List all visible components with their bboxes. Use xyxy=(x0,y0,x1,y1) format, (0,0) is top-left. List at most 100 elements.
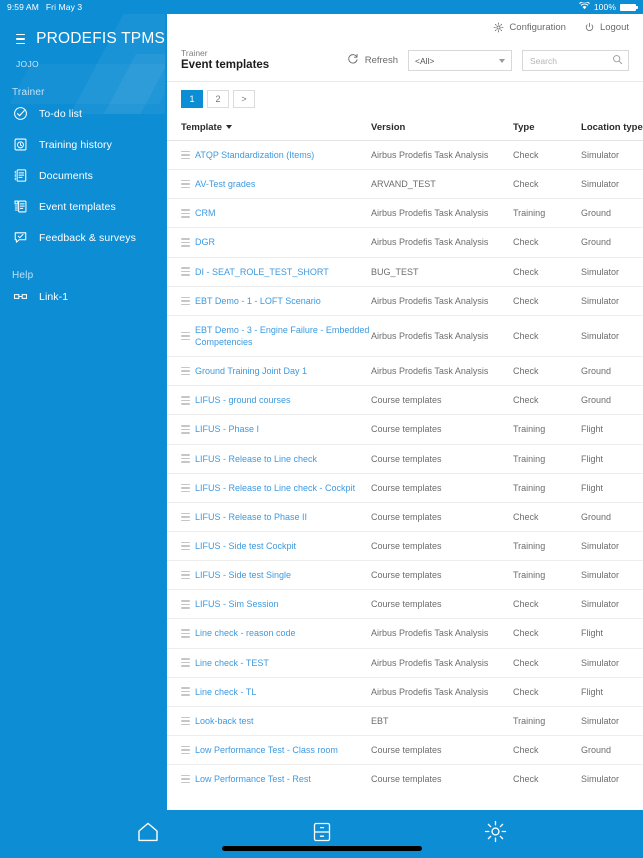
drag-handle-icon[interactable] xyxy=(181,396,190,405)
drag-handle-icon[interactable] xyxy=(181,745,190,755)
sidebar-item-training-history[interactable]: Training history xyxy=(0,129,165,160)
row-drag-handle[interactable] xyxy=(167,315,195,358)
table-row[interactable]: EBT Demo - 1 - LOFT Scenario Airbus Prode… xyxy=(167,286,643,316)
sidebar-item-feedback-surveys[interactable]: Feedback & surveys xyxy=(0,222,165,253)
table-row[interactable]: Low Performance Test - Class room Course … xyxy=(167,735,643,766)
template-link[interactable]: Low Performance Test - Class room xyxy=(195,745,338,755)
template-link[interactable]: Line check - TEST xyxy=(195,658,269,668)
table-row[interactable]: LIFUS - Release to Line check - Cockpit C… xyxy=(167,473,643,503)
refresh-button[interactable]: Refresh xyxy=(347,53,398,68)
table-row[interactable]: LIFUS - Release to Line check Course temp… xyxy=(167,444,643,474)
column-header-location-type[interactable]: Location type xyxy=(581,116,643,141)
row-drag-handle[interactable] xyxy=(167,560,195,591)
template-link[interactable]: Low Performance Test - Rest xyxy=(195,774,311,784)
template-link[interactable]: LIFUS - ground courses xyxy=(195,395,291,405)
drag-handle-icon[interactable] xyxy=(181,366,190,376)
row-drag-handle[interactable] xyxy=(167,227,195,258)
row-drag-handle[interactable] xyxy=(167,169,195,200)
drag-handle-icon[interactable] xyxy=(181,296,190,306)
template-link[interactable]: DGR xyxy=(195,237,215,247)
filter-select[interactable]: <All> xyxy=(408,50,512,71)
drag-handle-icon[interactable] xyxy=(181,658,190,667)
row-drag-handle[interactable] xyxy=(167,473,195,503)
template-link[interactable]: LIFUS - Release to Line check xyxy=(195,454,317,464)
row-drag-handle[interactable] xyxy=(167,385,195,416)
pagination-page-1[interactable]: 1 xyxy=(181,90,203,108)
table-row[interactable]: LIFUS - Sim Session Course templates Check… xyxy=(167,589,643,620)
table-row[interactable]: LIFUS - Release to Phase II Course templa… xyxy=(167,502,643,532)
table-row[interactable]: LIFUS - Side test Cockpit Course template… xyxy=(167,531,643,562)
table-row[interactable]: AV-Test grades ARVAND_TEST Check Simulator xyxy=(167,169,643,200)
template-link[interactable]: Line check - TL xyxy=(195,687,256,697)
table-row[interactable]: Line check - TL Airbus Prodefis Task Anal… xyxy=(167,677,643,707)
pagination-next-button[interactable]: > xyxy=(233,90,255,108)
row-drag-handle[interactable] xyxy=(167,140,195,171)
template-link[interactable]: LIFUS - Phase I xyxy=(195,424,259,434)
row-drag-handle[interactable] xyxy=(167,618,195,649)
table-row[interactable]: DGR Airbus Prodefis Task Analysis Check Gro… xyxy=(167,227,643,258)
drag-handle-icon[interactable] xyxy=(181,541,190,551)
search-input[interactable] xyxy=(530,55,608,66)
template-link[interactable]: ATQP Standardization (Items) xyxy=(195,150,314,160)
sidebar-item-to-do-list[interactable]: To-do list xyxy=(0,98,165,129)
sidebar-item-link-1[interactable]: Link-1 xyxy=(0,281,165,312)
column-header-version[interactable]: Version xyxy=(371,116,514,141)
template-link[interactable]: Line check - reason code xyxy=(195,628,296,638)
table-row[interactable]: Line check - TEST Airbus Prodefis Task An… xyxy=(167,648,643,678)
row-drag-handle[interactable] xyxy=(167,677,195,707)
drag-handle-icon[interactable] xyxy=(181,774,190,784)
sidebar-item-event-templates[interactable]: Event templates xyxy=(0,191,165,222)
table-row[interactable]: LIFUS - Phase I Course templates Training F… xyxy=(167,414,643,445)
table-row[interactable]: Ground Training Joint Day 1 Airbus Prodef… xyxy=(167,356,643,387)
template-link[interactable]: EBT Demo - 1 - LOFT Scenario xyxy=(195,296,321,306)
drag-handle-icon[interactable] xyxy=(181,179,190,189)
pagination-page-2[interactable]: 2 xyxy=(207,90,229,108)
template-link[interactable]: Ground Training Joint Day 1 xyxy=(195,366,307,376)
drag-handle-icon[interactable] xyxy=(181,687,190,696)
template-link[interactable]: Look-back test xyxy=(195,716,254,726)
drag-handle-icon[interactable] xyxy=(181,454,190,463)
template-link[interactable]: DI - SEAT_ROLE_TEST_SHORT xyxy=(195,267,329,277)
configuration-button[interactable]: Configuration xyxy=(493,22,566,33)
template-link[interactable]: EBT Demo - 3 - Engine Failure - Embedded… xyxy=(195,325,369,347)
drag-handle-icon[interactable] xyxy=(181,331,190,341)
drag-handle-icon[interactable] xyxy=(181,209,190,218)
template-link[interactable]: LIFUS - Release to Phase II xyxy=(195,512,307,522)
template-link[interactable]: CRM xyxy=(195,208,216,218)
row-drag-handle[interactable] xyxy=(167,735,195,766)
table-row[interactable]: CRM Airbus Prodefis Task Analysis Training… xyxy=(167,198,643,229)
table-row[interactable]: LIFUS - ground courses Course templates Ch… xyxy=(167,385,643,416)
logout-button[interactable]: Logout xyxy=(584,22,629,33)
row-drag-handle[interactable] xyxy=(167,589,195,620)
row-drag-handle[interactable] xyxy=(167,356,195,387)
drawer-icon[interactable] xyxy=(311,821,333,848)
table-row[interactable]: LIFUS - Side test Single Course templates… xyxy=(167,560,643,591)
row-drag-handle[interactable] xyxy=(167,764,195,785)
drag-handle-icon[interactable] xyxy=(181,425,190,434)
row-drag-handle[interactable] xyxy=(167,286,195,316)
drag-handle-icon[interactable] xyxy=(181,629,190,638)
row-drag-handle[interactable] xyxy=(167,648,195,678)
table-row[interactable]: ATQP Standardization (Items) Airbus Prode… xyxy=(167,140,643,171)
row-drag-handle[interactable] xyxy=(167,502,195,532)
drag-handle-icon[interactable] xyxy=(181,150,190,160)
hamburger-icon[interactable] xyxy=(16,33,26,45)
table-row[interactable]: DI - SEAT_ROLE_TEST_SHORT BUG_TEST Check Si… xyxy=(167,257,643,287)
row-drag-handle[interactable] xyxy=(167,706,195,736)
drag-handle-icon[interactable] xyxy=(181,483,190,492)
drag-handle-icon[interactable] xyxy=(181,267,190,276)
column-header-type[interactable]: Type xyxy=(513,116,582,141)
column-header-template[interactable]: Template xyxy=(167,116,372,141)
sidebar-item-documents[interactable]: Documents xyxy=(0,160,165,191)
table-row[interactable]: Look-back test EBT Training Simulator xyxy=(167,706,643,736)
search-icon[interactable] xyxy=(612,52,623,70)
gear-icon[interactable] xyxy=(483,819,508,849)
table-row[interactable]: EBT Demo - 3 - Engine Failure - Embedded… xyxy=(167,315,643,358)
row-drag-handle[interactable] xyxy=(167,531,195,562)
drag-handle-icon[interactable] xyxy=(181,238,190,247)
drag-handle-icon[interactable] xyxy=(181,716,190,726)
search-box[interactable] xyxy=(522,50,629,71)
drag-handle-icon[interactable] xyxy=(181,600,190,609)
row-drag-handle[interactable] xyxy=(167,198,195,229)
template-link[interactable]: LIFUS - Side test Single xyxy=(195,570,291,580)
